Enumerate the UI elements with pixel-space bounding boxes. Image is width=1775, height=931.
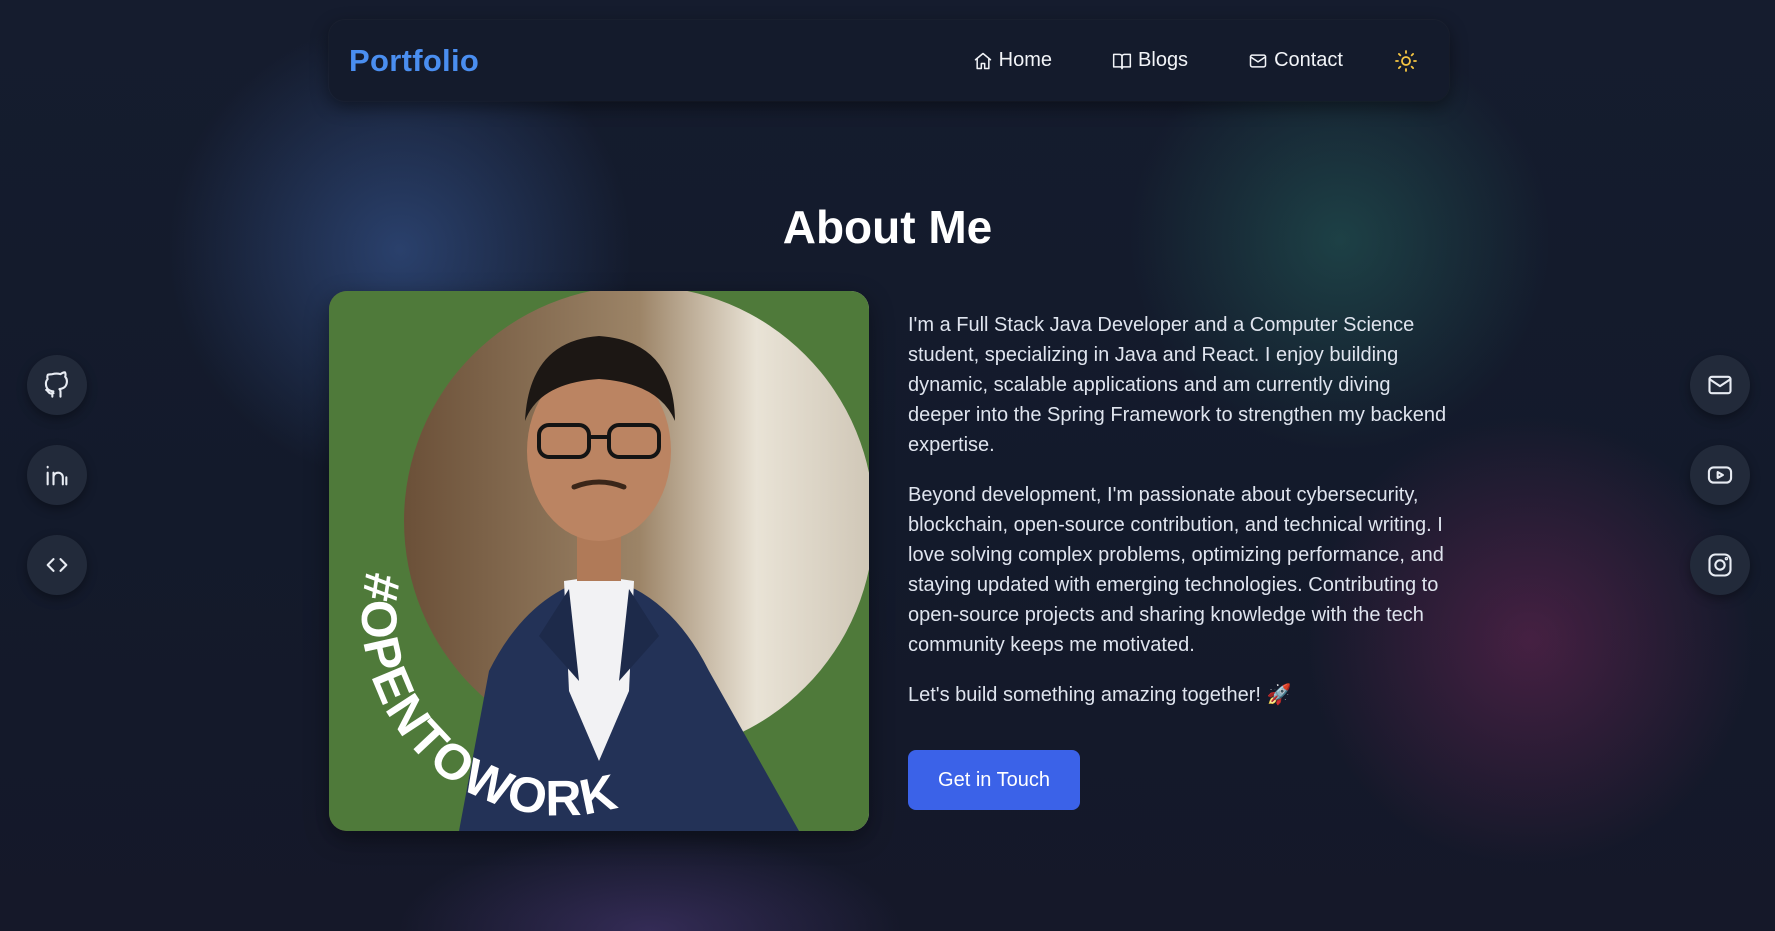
profile-image: #OPENTOWORK	[329, 291, 869, 831]
code-icon	[46, 558, 68, 572]
book-icon	[1112, 53, 1132, 69]
theme-toggle-button[interactable]	[1393, 48, 1419, 74]
get-in-touch-button[interactable]: Get in Touch	[908, 750, 1080, 810]
home-icon	[974, 52, 991, 69]
github-link[interactable]	[27, 355, 87, 415]
youtube-icon	[1707, 466, 1733, 484]
nav-links: Home Blogs Contact	[973, 48, 1419, 74]
mail-icon	[1249, 53, 1267, 68]
email-link[interactable]	[1690, 355, 1750, 415]
about-text: I'm a Full Stack Java Developer and a Co…	[908, 310, 1448, 730]
nav-blogs-label: Blogs	[1138, 49, 1189, 71]
code-link[interactable]	[27, 535, 87, 595]
mail-icon	[1708, 375, 1732, 395]
about-paragraph-1: I'm a Full Stack Java Developer and a Co…	[908, 314, 1447, 456]
nav-contact-label: Contact	[1274, 49, 1343, 71]
nav-contact[interactable]: Contact	[1248, 49, 1343, 72]
brand-logo[interactable]: Portfolio	[349, 43, 479, 79]
section-title: About Me	[782, 201, 993, 253]
page-background	[0, 0, 1775, 931]
about-paragraph-2: Beyond development, I'm passionate about…	[908, 484, 1444, 656]
youtube-link[interactable]	[1690, 445, 1750, 505]
nav-home-label: Home	[998, 49, 1053, 71]
profile-photo: #OPENTOWORK	[329, 291, 869, 831]
sun-icon	[1395, 49, 1417, 72]
nav-blogs[interactable]: Blogs	[1112, 49, 1188, 72]
github-icon	[44, 371, 68, 398]
left-social-rail	[27, 355, 87, 625]
about-paragraph-3: Let's build something amazing together! …	[908, 684, 1292, 706]
right-social-rail	[1690, 355, 1750, 625]
linkedin-link[interactable]	[27, 445, 87, 505]
nav-home[interactable]: Home	[973, 49, 1052, 72]
navbar: Portfolio Home Blogs Contact	[329, 20, 1449, 101]
linkedin-icon	[46, 465, 68, 486]
instagram-icon	[1708, 553, 1732, 577]
instagram-link[interactable]	[1690, 535, 1750, 595]
